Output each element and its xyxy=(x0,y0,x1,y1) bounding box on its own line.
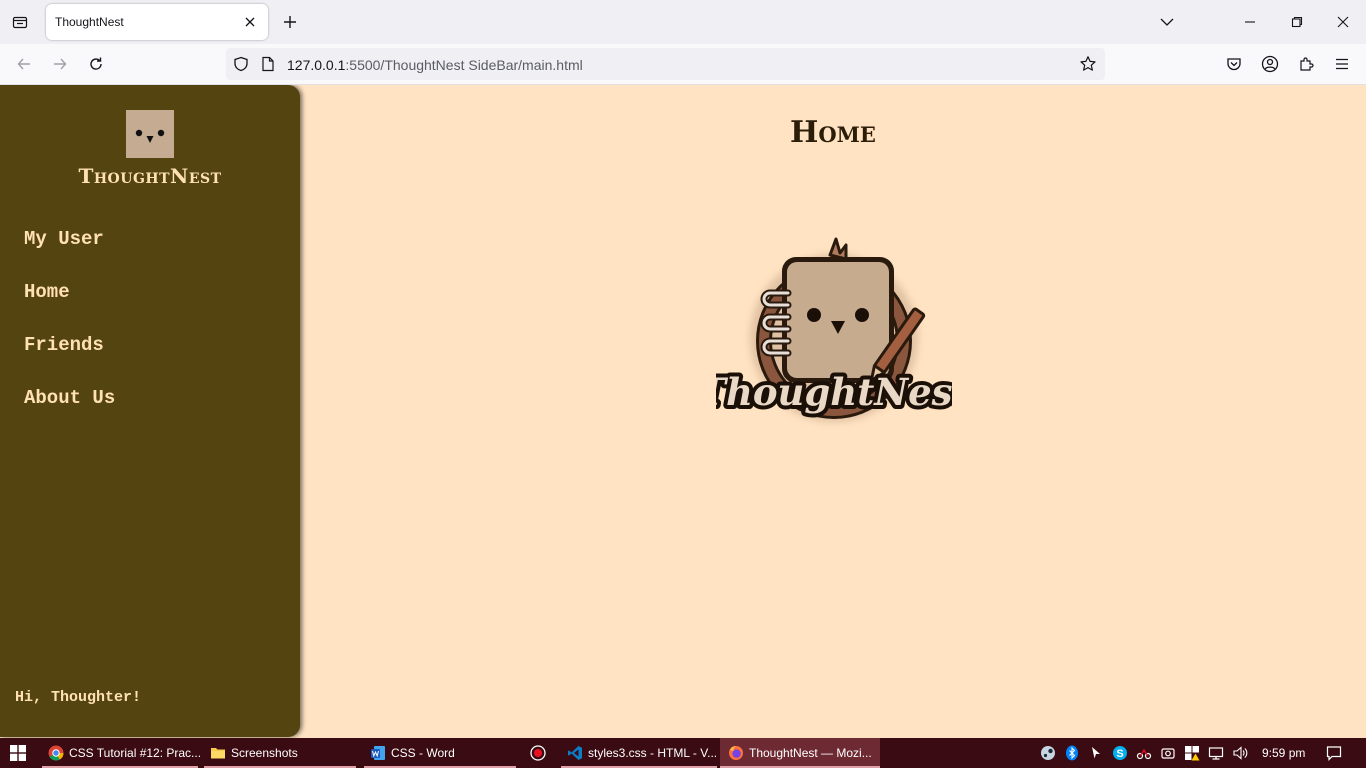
menu-icon[interactable] xyxy=(1330,52,1354,76)
start-button[interactable] xyxy=(10,738,32,768)
bookmark-star-icon[interactable] xyxy=(1078,54,1098,74)
url-path: :5500/ThoughtNest SideBar/main.html xyxy=(345,57,583,73)
system-clock[interactable]: 9:59 pm xyxy=(1262,746,1305,760)
account-icon[interactable] xyxy=(1258,52,1282,76)
volume-icon[interactable] xyxy=(1232,745,1248,761)
browser-tab[interactable]: ThoughtNest xyxy=(46,4,268,40)
folder-icon xyxy=(210,745,226,761)
sidebar-item-home[interactable]: Home xyxy=(24,281,115,334)
owl-logo-icon xyxy=(126,110,174,158)
tab-list-icon[interactable] xyxy=(8,10,32,34)
back-icon[interactable] xyxy=(12,52,36,76)
url-host: 127.0.0.1 xyxy=(287,57,346,73)
pocket-icon[interactable] xyxy=(1222,52,1246,76)
browser-tab-bar: ThoughtNest xyxy=(0,0,1366,44)
steam-icon[interactable] xyxy=(1040,745,1056,761)
taskbar: CSS Tutorial #12: Prac... Screenshots CS… xyxy=(0,738,1366,768)
racing-game-icon[interactable] xyxy=(1136,745,1152,761)
page-icon[interactable] xyxy=(258,54,278,74)
record-icon xyxy=(530,745,546,761)
taskbar-item-label: Screenshots xyxy=(231,746,298,760)
taskbar-record-button[interactable] xyxy=(530,738,550,768)
sidebar: ThoughtNest My User Home Friends About U… xyxy=(0,85,300,737)
taskbar-item-label: styles3.css - HTML - V... xyxy=(588,746,718,760)
greeting-text: Hi, Thoughter! xyxy=(15,689,142,706)
taskbar-item-label: CSS Tutorial #12: Prac... xyxy=(69,746,202,760)
address-bar[interactable]: 127.0.0.1:5500/ThoughtNest SideBar/main.… xyxy=(226,48,1105,80)
sidebar-item-my-user[interactable]: My User xyxy=(24,228,115,281)
brand-name: ThoughtNest xyxy=(78,164,222,188)
reload-icon[interactable] xyxy=(84,52,108,76)
minimize-icon[interactable] xyxy=(1236,8,1264,36)
forward-icon[interactable] xyxy=(48,52,72,76)
restore-icon[interactable] xyxy=(1283,8,1311,36)
new-tab-icon[interactable] xyxy=(278,10,302,34)
camera-icon[interactable] xyxy=(1160,745,1176,761)
taskbar-item-label: CSS - Word xyxy=(391,746,455,760)
close-tab-icon[interactable] xyxy=(240,12,260,32)
list-all-tabs-icon[interactable] xyxy=(1153,8,1181,36)
taskbar-item-vscode[interactable]: styles3.css - HTML - V... xyxy=(561,738,717,768)
security-alert-icon[interactable] xyxy=(1184,745,1200,761)
thoughtnest-logo-image: ThoughtNest xyxy=(694,233,974,443)
page-content: ThoughtNest My User Home Friends About U… xyxy=(0,85,1366,738)
cursor-icon[interactable] xyxy=(1088,745,1104,761)
logo-text: ThoughtNest xyxy=(716,370,952,414)
close-window-icon[interactable] xyxy=(1329,8,1357,36)
bluetooth-icon[interactable] xyxy=(1064,745,1080,761)
taskbar-item-label: ThoughtNest — Mozi... xyxy=(749,746,872,760)
windows-icon xyxy=(10,745,26,761)
shield-icon[interactable] xyxy=(231,54,251,74)
chrome-icon xyxy=(48,745,64,761)
sidebar-nav: My User Home Friends About Us xyxy=(24,228,115,440)
browser-toolbar: 127.0.0.1:5500/ThoughtNest SideBar/main.… xyxy=(0,44,1366,85)
taskbar-item-firefox[interactable]: ThoughtNest — Mozi... xyxy=(720,738,880,768)
network-icon[interactable] xyxy=(1208,745,1224,761)
word-icon xyxy=(370,745,386,761)
taskbar-item-screenshots[interactable]: Screenshots xyxy=(204,738,356,768)
tab-title: ThoughtNest xyxy=(55,15,124,29)
taskbar-item-word[interactable]: CSS - Word xyxy=(364,738,516,768)
svg-text:S: S xyxy=(1116,748,1123,760)
skype-icon[interactable]: S xyxy=(1112,745,1128,761)
vscode-icon xyxy=(567,745,583,761)
sidebar-item-friends[interactable]: Friends xyxy=(24,334,115,387)
url-text: 127.0.0.1:5500/ThoughtNest SideBar/main.… xyxy=(287,57,583,73)
firefox-icon xyxy=(728,745,744,761)
extensions-icon[interactable] xyxy=(1294,52,1318,76)
page-title: Home xyxy=(790,115,876,150)
sidebar-item-about-us[interactable]: About Us xyxy=(24,387,115,440)
taskbar-item-chrome[interactable]: CSS Tutorial #12: Prac... xyxy=(42,738,202,768)
notifications-icon[interactable] xyxy=(1326,745,1342,761)
